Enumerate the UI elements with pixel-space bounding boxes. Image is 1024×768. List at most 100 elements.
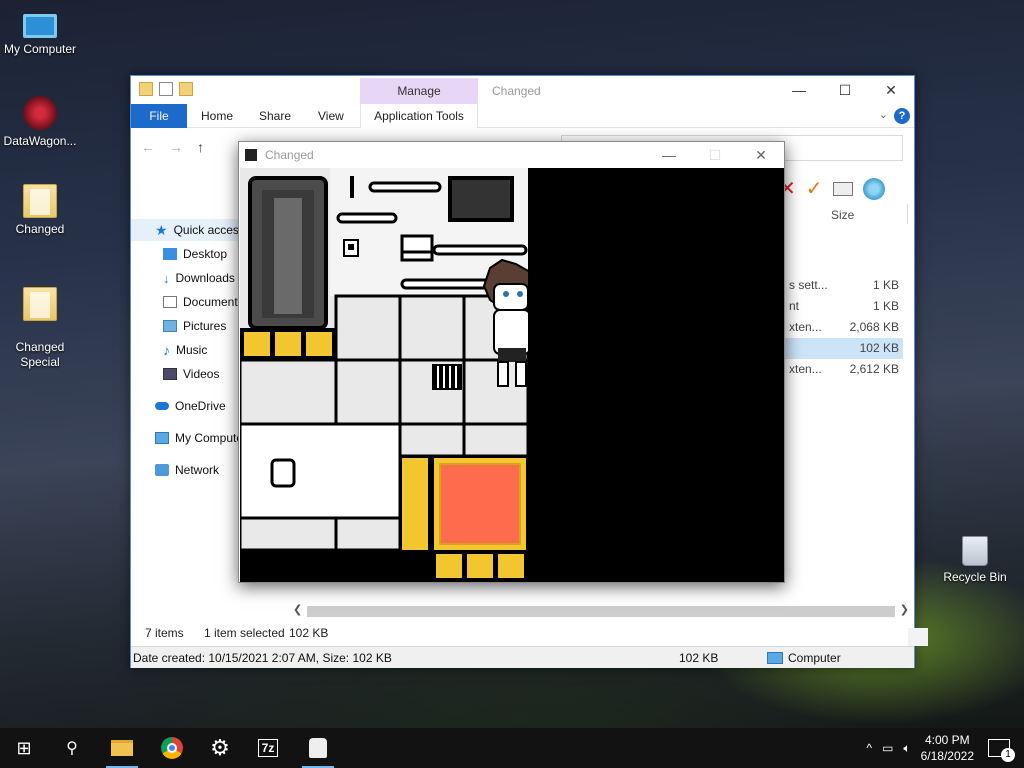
sidebar-item-label: Quick access <box>173 223 241 237</box>
sidebar-item-network[interactable]: Network <box>131 459 241 481</box>
file-name: xten... <box>789 320 822 334</box>
sidebar-item-label: Music <box>176 343 208 357</box>
maximize-button: ☐ <box>708 146 722 163</box>
settings-icon: ⚙ <box>210 735 230 760</box>
computer-icon <box>767 652 783 664</box>
globe-icon[interactable] <box>862 177 885 200</box>
file-size: 2,612 KB <box>849 362 899 376</box>
close-button[interactable]: ✕ <box>868 76 914 104</box>
tab-home[interactable]: Home <box>187 104 247 128</box>
column-header-size[interactable]: Size <box>831 208 854 222</box>
file-row[interactable]: nt 1 KB <box>783 296 903 317</box>
sidebar-item-quick-access[interactable]: ★ Quick access <box>131 219 241 241</box>
pipe <box>368 181 442 193</box>
volume-icon[interactable]: 🔈︎ <box>903 741 910 756</box>
pipe <box>336 212 398 224</box>
chevron-down-icon[interactable]: ⌄ <box>879 108 888 121</box>
tab-application-tools[interactable]: Application Tools <box>360 104 478 128</box>
window-title: Changed <box>265 148 314 162</box>
videos-icon <box>163 368 177 380</box>
scroll-left-icon[interactable]: ❮ <box>293 603 302 616</box>
maximize-button[interactable]: ☐ <box>822 76 868 104</box>
properties-icon[interactable] <box>832 181 853 196</box>
red-pressure-pad <box>439 463 521 545</box>
windows-logo-icon: ⊞ <box>16 737 32 758</box>
forward-arrow-icon[interactable]: → <box>169 139 183 155</box>
toolbar-icons: ✕ ✓ <box>779 176 885 201</box>
minimize-button[interactable]: — <box>776 76 822 104</box>
chevron-up-icon[interactable]: ^ <box>866 741 872 755</box>
taskbar: ⊞ ⚲ ⚙ 7z ^ ▭ 🔈︎ 4:00 PM 6/18/2022 1 <box>0 728 1024 768</box>
clock[interactable]: 4:00 PM 6/18/2022 <box>921 732 974 764</box>
sidebar-item-videos[interactable]: Videos <box>131 363 241 385</box>
wall-monitor <box>448 176 514 222</box>
sidebar-item-pictures[interactable]: Pictures <box>131 315 241 337</box>
file-row[interactable]: xten... 2,612 KB <box>783 359 903 380</box>
new-folder-icon[interactable] <box>179 82 193 96</box>
taskbar-settings[interactable]: ⚙ <box>196 728 244 768</box>
sidebar-item-label: My Computer <box>175 431 241 445</box>
file-row-selected[interactable]: 102 KB <box>783 338 903 359</box>
details-bar: Date created: 10/15/2021 2:07 AM, Size: … <box>131 646 914 668</box>
tab-file[interactable]: File <box>131 104 187 128</box>
up-arrow-icon[interactable]: ↑ <box>197 139 204 155</box>
navigation-pane: ★ Quick access Desktop ↓ Downloads Docum… <box>131 216 241 606</box>
desktop-icon-recycle-bin[interactable]: Recycle Bin <box>935 536 1015 585</box>
network-icon[interactable]: ▭ <box>882 741 893 755</box>
network-icon <box>155 464 169 476</box>
file-row[interactable]: xten... 2,068 KB <box>783 317 903 338</box>
desktop-icon-label: Changed Special <box>15 340 65 369</box>
desktop-icon-changed-special[interactable]: Changed Special <box>0 272 80 385</box>
back-arrow-icon[interactable]: ← <box>141 139 155 155</box>
desktop-icon-datawagon[interactable]: DataWagon... <box>0 96 80 149</box>
file-size: 1 KB <box>872 278 899 292</box>
sidebar-item-label: Documents <box>183 295 241 309</box>
desktop-icon-changed[interactable]: Changed <box>0 184 80 237</box>
game-window: Changed — ☐ ✕ <box>238 141 785 583</box>
pictures-icon <box>163 320 177 332</box>
properties-icon[interactable] <box>159 82 173 96</box>
start-button[interactable]: ⊞ <box>0 728 48 768</box>
scrollbar-thumb[interactable] <box>307 606 895 617</box>
taskbar-changed-game[interactable] <box>294 728 342 768</box>
quick-access-toolbar <box>139 82 193 96</box>
hazard-stripes <box>467 554 493 578</box>
star-icon: ★ <box>155 222 168 238</box>
scroll-right-icon[interactable]: ❯ <box>900 603 909 616</box>
file-details: Date created: 10/15/2021 2:07 AM, Size: … <box>133 651 392 665</box>
sidebar-item-label: OneDrive <box>175 399 226 413</box>
column-divider[interactable] <box>907 204 908 224</box>
horizontal-scrollbar[interactable]: ❮ ❯ <box>291 602 911 619</box>
checkmark-icon[interactable]: ✓ <box>806 176 823 201</box>
search-icon: ⚲ <box>66 740 78 757</box>
explorer-titlebar[interactable]: Manage Changed — ☐ ✕ <box>131 76 914 105</box>
sidebar-item-downloads[interactable]: ↓ Downloads <box>131 267 241 289</box>
sidebar-item-onedrive[interactable]: OneDrive <box>131 395 241 417</box>
datawagon-icon <box>23 96 57 130</box>
sidebar-item-desktop[interactable]: Desktop <box>131 243 241 265</box>
game-canvas[interactable] <box>240 168 784 582</box>
system-tray: ^ ▭ 🔈︎ 4:00 PM 6/18/2022 1 <box>866 728 1024 768</box>
sidebar-item-my-computer[interactable]: My Computer <box>131 427 241 449</box>
minimize-button[interactable]: — <box>646 142 692 168</box>
sidebar-item-documents[interactable]: Documents <box>131 291 241 313</box>
large-icons-view-icon[interactable] <box>908 628 928 646</box>
file-row[interactable]: s sett... 1 KB <box>783 275 903 296</box>
game-titlebar[interactable]: Changed — ☐ ✕ <box>239 142 784 168</box>
folder-icon[interactable] <box>139 82 153 96</box>
sidebar-item-music[interactable]: ♪ Music <box>131 339 241 361</box>
download-icon: ↓ <box>163 270 170 286</box>
help-icon[interactable]: ? <box>894 108 910 124</box>
tab-view[interactable]: View <box>304 104 358 128</box>
taskbar-file-explorer[interactable] <box>98 728 146 768</box>
clock-date: 6/18/2022 <box>920 749 974 763</box>
taskbar-7zip[interactable]: 7z <box>244 728 292 768</box>
taskbar-chrome[interactable] <box>148 728 196 768</box>
manage-tab[interactable]: Manage <box>360 78 478 105</box>
search-button[interactable]: ⚲ <box>48 728 96 768</box>
notification-icon[interactable]: 1 <box>988 739 1015 762</box>
close-button[interactable]: ✕ <box>738 142 784 168</box>
file-size: 1 KB <box>872 299 899 313</box>
desktop-icon-my-computer[interactable]: My Computer <box>0 8 80 57</box>
tab-share[interactable]: Share <box>245 104 305 128</box>
